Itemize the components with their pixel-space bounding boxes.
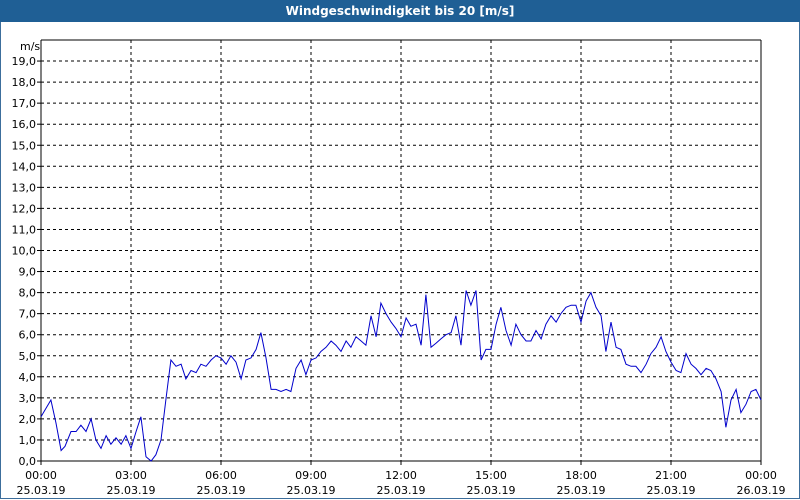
- y-tick-label: 11,0: [12, 223, 37, 236]
- y-tick-label: 18,0: [12, 76, 37, 89]
- x-tick-time-label: 00:00: [25, 469, 57, 482]
- x-tick-time-label: 21:00: [655, 469, 687, 482]
- x-tick-time-label: 09:00: [295, 469, 327, 482]
- y-tick-label: 15,0: [12, 139, 37, 152]
- x-tick-date-label: 25.03.19: [467, 484, 516, 497]
- y-axis-ticks: 0,0 1,0 2,0 3,0 4,0 5,0 6,0 7,0 8,0 9,0 10,0 11,0 12…: [12, 55, 41, 468]
- x-tick-date-label: 25.03.19: [287, 484, 336, 497]
- x-tick-time-label: 15:00: [475, 469, 507, 482]
- y-tick-label: 8,0: [19, 287, 37, 300]
- chart-title: Windgeschwindigkeit bis 20 [m/s]: [285, 4, 515, 18]
- y-tick-label: 10,0: [12, 245, 37, 258]
- x-tick-time-label: 18:00: [565, 469, 597, 482]
- x-tick-time-label: 06:00: [205, 469, 237, 482]
- y-tick-label: 6,0: [19, 329, 37, 342]
- y-tick-label: 5,0: [19, 350, 37, 363]
- x-tick-time-label: 12:00: [385, 469, 417, 482]
- y-tick-label: 0,0: [19, 455, 37, 468]
- y-tick-label: 2,0: [19, 413, 37, 426]
- x-tick-date-label: 25.03.19: [107, 484, 156, 497]
- x-tick-date-label: 26.03.19: [737, 484, 786, 497]
- x-tick-date-label: 25.03.19: [557, 484, 606, 497]
- wind-speed-chart: 0,0 1,0 2,0 3,0 4,0 5,0 6,0 7,0 8,0 9,0 10,0 11,0 12…: [12, 39, 786, 497]
- y-tick-label: 14,0: [12, 160, 37, 173]
- y-tick-label: 9,0: [19, 266, 37, 279]
- x-tick-date-label: 25.03.19: [377, 484, 426, 497]
- y-tick-label: 16,0: [12, 118, 37, 131]
- chart-title-bar: Windgeschwindigkeit bis 20 [m/s]: [0, 0, 800, 22]
- x-tick-time-label: 03:00: [115, 469, 147, 482]
- x-tick-date-label: 25.03.19: [197, 484, 246, 497]
- x-axis-ticks: 00:00 25.03.19 03:00 25.03.19 06:00 25.03.19 0…: [17, 461, 786, 497]
- y-axis-unit-label: m/s: [20, 40, 40, 53]
- grid-lines: [41, 40, 761, 461]
- x-tick-date-label: 25.03.19: [647, 484, 696, 497]
- x-tick-time-label: 00:00: [745, 469, 777, 482]
- y-tick-label: 7,0: [19, 308, 37, 321]
- y-tick-label: 13,0: [12, 181, 37, 194]
- y-tick-label: 19,0: [12, 55, 37, 68]
- y-tick-label: 12,0: [12, 202, 37, 215]
- y-tick-label: 17,0: [12, 97, 37, 110]
- x-tick-date-label: 25.03.19: [17, 484, 66, 497]
- y-tick-label: 1,0: [19, 434, 37, 447]
- y-tick-label: 3,0: [19, 392, 37, 405]
- y-tick-label: 4,0: [19, 371, 37, 384]
